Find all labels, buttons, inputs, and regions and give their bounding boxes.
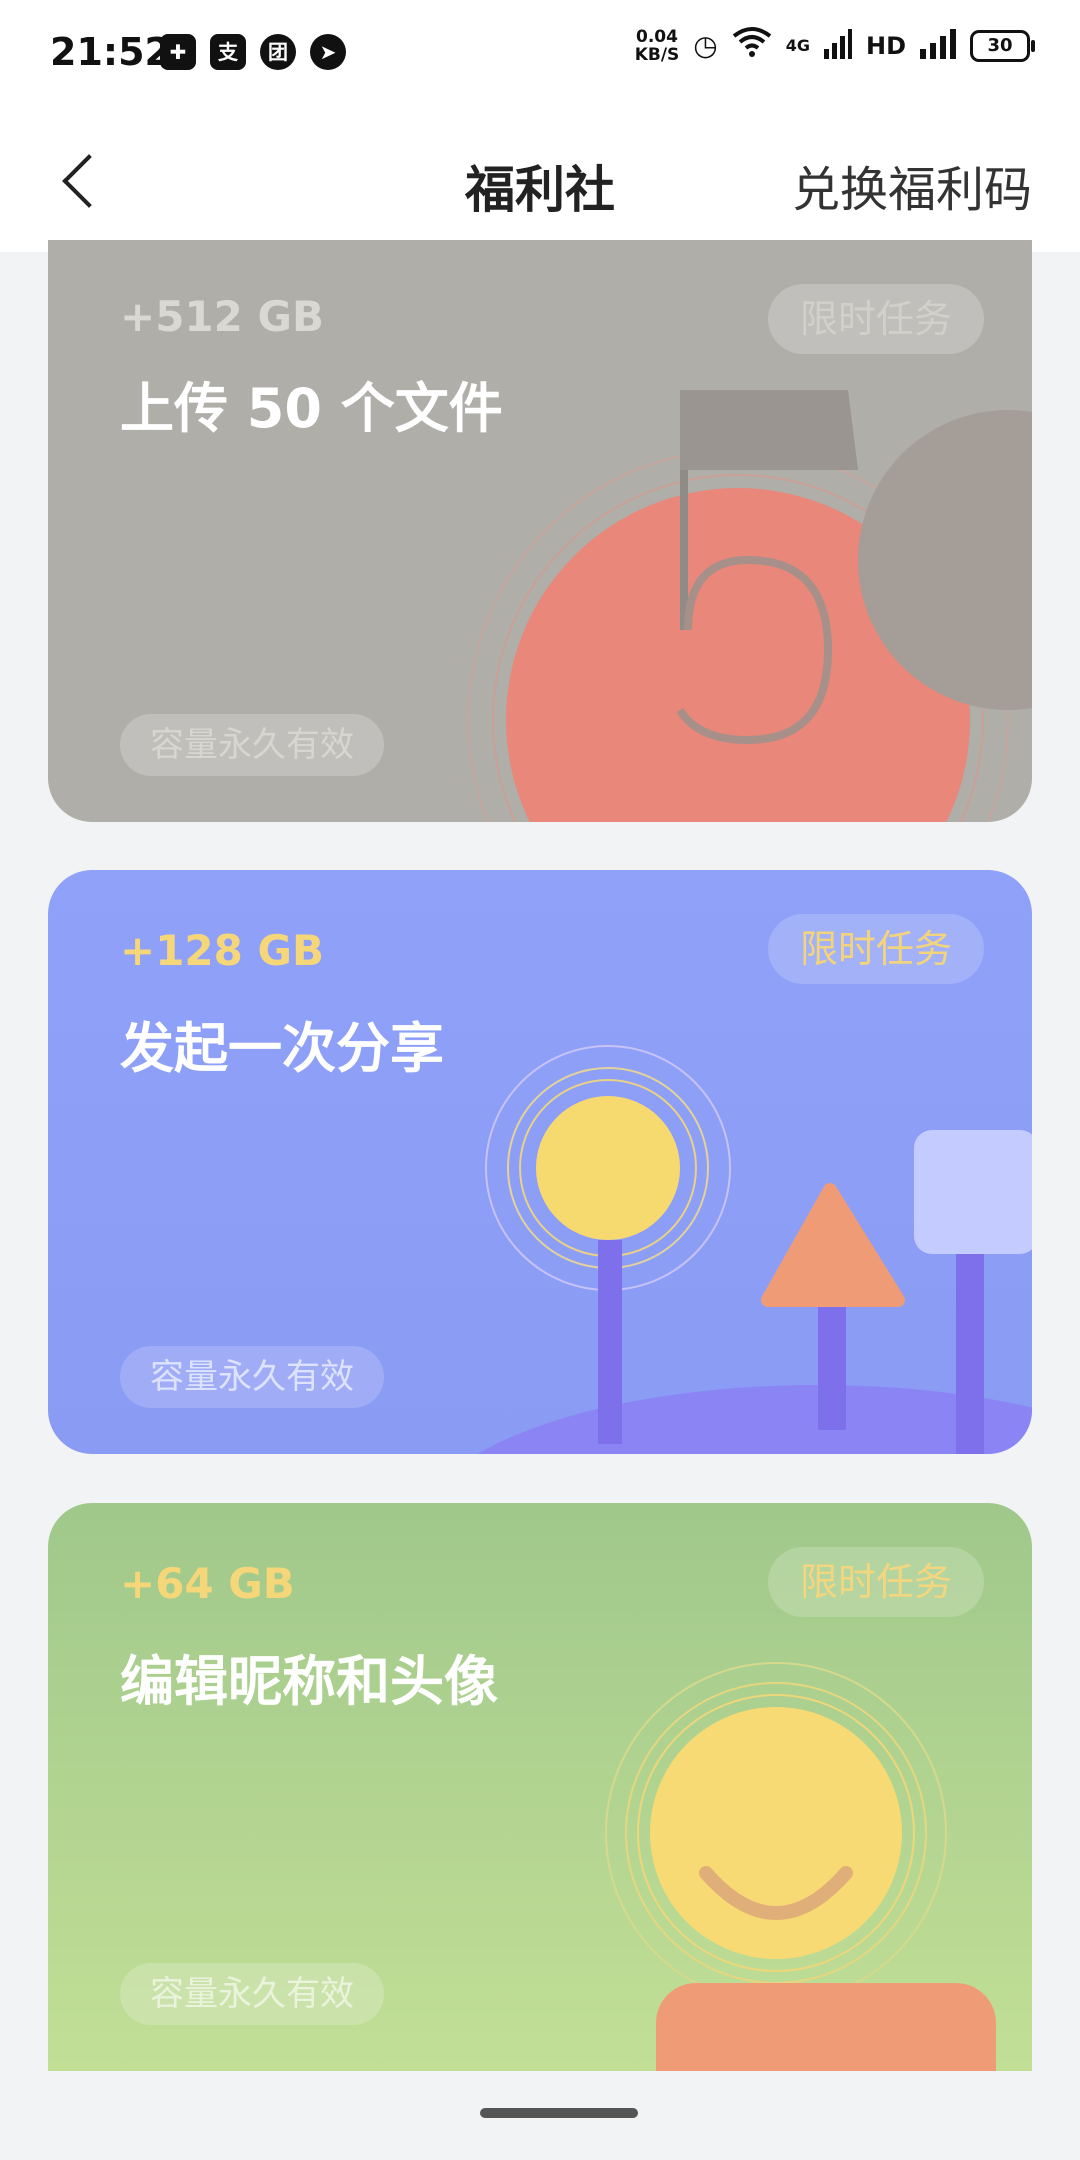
home-indicator[interactable] xyxy=(480,2108,638,2118)
network-type: 4G xyxy=(785,36,810,55)
battery-icon: 30 xyxy=(970,29,1035,62)
limited-task-badge: 限时任务 xyxy=(767,1547,984,1617)
validity-tag: 容量永久有效 xyxy=(120,714,384,776)
status-left-icons: ✚ 支 团 ➤ xyxy=(160,34,346,70)
net-speed-unit: KB/S xyxy=(634,44,680,65)
nav-bar: 福利社 兑换福利码 xyxy=(0,108,1080,252)
reward-amount: +512 GB xyxy=(120,292,324,341)
reward-amount: +64 GB xyxy=(120,1559,295,1608)
task-card-edit-profile[interactable]: +64 GB 编辑昵称和头像 限时任务 容量永久有效 xyxy=(48,1503,1032,2071)
validity-tag: 容量永久有效 xyxy=(120,1963,384,2025)
task-card-upload[interactable]: +512 GB 上传 50 个文件 限时任务 容量永久有效 xyxy=(48,240,1032,822)
wifi-icon xyxy=(732,26,772,65)
limited-task-badge: 限时任务 xyxy=(767,914,984,984)
share-shapes-illustration xyxy=(477,1045,1032,1454)
alipay-icon: 支 xyxy=(210,34,246,70)
smiley-avatar-illustration xyxy=(605,1662,996,2071)
status-bar: 21:52 ✚ 支 团 ➤ 0.04 KB/S ◷ 4G HD 30 xyxy=(0,0,1080,108)
status-time: 21:52 xyxy=(50,30,171,74)
redeem-code-button[interactable]: 兑换福利码 xyxy=(792,150,1032,220)
task-title: 编辑昵称和头像 xyxy=(120,1650,498,1713)
flag-fifty-illustration xyxy=(467,390,1032,822)
alarm-icon: ◷ xyxy=(693,29,718,62)
signal-icon-2 xyxy=(920,28,956,63)
hd-label: HD xyxy=(865,31,906,60)
limited-task-badge: 限时任务 xyxy=(767,284,984,354)
validity-tag: 容量永久有效 xyxy=(120,1346,384,1408)
shield-icon: ✚ xyxy=(160,34,196,70)
signal-icon xyxy=(823,28,852,63)
task-title: 发起一次分享 xyxy=(120,1017,444,1080)
task-title: 上传 50 个文件 xyxy=(120,377,503,440)
meituan-icon: 团 xyxy=(260,34,296,70)
net-speed-value: 0.04 xyxy=(636,26,678,47)
status-right-icons: 0.04 KB/S ◷ 4G HD 30 xyxy=(635,26,1035,65)
reward-amount: +128 GB xyxy=(120,926,324,975)
task-card-share[interactable]: +128 GB 发起一次分享 限时任务 容量永久有效 xyxy=(48,870,1032,1454)
net-speed: 0.04 KB/S xyxy=(635,28,680,64)
direction-icon: ➤ xyxy=(310,34,346,70)
